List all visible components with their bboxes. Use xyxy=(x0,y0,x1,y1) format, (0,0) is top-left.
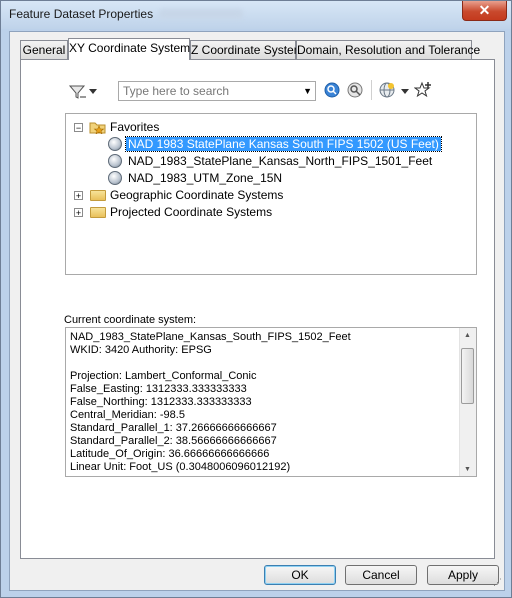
favorite-add-icon[interactable] xyxy=(414,81,432,99)
detail-line: False_Easting: 1312333.333333333 xyxy=(70,383,247,395)
detail-line: False_Northing: 1312333.333333333 xyxy=(70,396,252,408)
tab-domain-resolution-tolerance[interactable]: Domain, Resolution and Tolerance xyxy=(296,40,480,59)
detail-line: Standard_Parallel_1: 37.26666666666667 xyxy=(70,422,277,434)
favorites-folder-icon xyxy=(89,122,106,134)
folder-icon xyxy=(90,207,106,218)
projected-expander[interactable]: + xyxy=(74,208,83,218)
scrollbar-thumb[interactable] xyxy=(461,348,474,404)
detail-line: Standard_Parallel_2: 38.56666666666667 xyxy=(70,435,277,447)
close-button[interactable]: ✕ xyxy=(462,1,507,21)
tab-z-coordinate-system[interactable]: Z Coordinate System xyxy=(190,40,304,59)
clear-search-icon[interactable] xyxy=(347,82,364,99)
tab-xy-coordinate-system[interactable]: XY Coordinate System xyxy=(68,38,190,60)
search-icon[interactable] xyxy=(324,82,340,98)
tab-general[interactable]: General xyxy=(20,40,68,59)
geographic-expander[interactable]: + xyxy=(74,191,83,201)
coordinate-system-globe-icon xyxy=(108,137,122,151)
tree-node-geographic[interactable]: Geographic Coordinate Systems xyxy=(110,187,283,203)
detail-line: Latitude_Of_Origin: 36.66666666666666 xyxy=(70,448,270,460)
current-system-label: Current coordinate system: xyxy=(64,314,197,326)
search-input[interactable]: Type here to search ▼ xyxy=(118,81,316,101)
tree-item-favorite-2[interactable]: NAD_1983_StatePlane_Kansas_North_FIPS_15… xyxy=(128,153,432,169)
detail-line: Projection: Lambert_Conformal_Conic xyxy=(70,370,257,382)
tree-item-favorite-3[interactable]: NAD_1983_UTM_Zone_15N xyxy=(128,170,282,186)
folder-icon xyxy=(90,190,106,201)
tree-item-favorite-1[interactable]: NAD 1983 StatePlane Kansas South FIPS 15… xyxy=(125,136,442,152)
dialog-window: Feature Dataset Properties ✕ General XY … xyxy=(0,0,512,598)
search-dropdown-icon[interactable]: ▼ xyxy=(303,82,312,100)
detail-line: NAD_1983_StatePlane_Kansas_South_FIPS_15… xyxy=(70,331,351,343)
title-bar[interactable]: Feature Dataset Properties ✕ xyxy=(1,1,511,29)
detail-line: Linear Unit: Foot_US (0.3048006096012192… xyxy=(70,461,291,473)
apply-button[interactable]: Apply xyxy=(427,565,499,585)
tree-node-favorites[interactable]: Favorites xyxy=(110,119,159,135)
dialog-client-area: General XY Coordinate System Z Coordinat… xyxy=(9,31,505,591)
globe-dropdown-icon[interactable] xyxy=(401,89,409,95)
tree-node-projected[interactable]: Projected Coordinate Systems xyxy=(110,204,272,220)
details-scrollbar[interactable]: ▲ ▼ xyxy=(459,328,476,476)
search-placeholder: Type here to search xyxy=(123,84,230,98)
scroll-up-icon[interactable]: ▲ xyxy=(464,332,471,339)
filter-icon[interactable] xyxy=(69,84,87,100)
coordinate-system-tree[interactable]: − Favorites NAD 1983 StatePlane Kansas S… xyxy=(65,113,477,275)
detail-line: WKID: 3420 Authority: EPSG xyxy=(70,344,212,356)
current-system-details[interactable]: NAD_1983_StatePlane_Kansas_South_FIPS_15… xyxy=(65,327,477,477)
filter-dropdown-icon[interactable] xyxy=(89,89,97,95)
window-title: Feature Dataset Properties xyxy=(9,7,154,21)
tree-item-label: NAD 1983 StatePlane Kansas South FIPS 15… xyxy=(125,136,442,152)
coordinate-system-globe-icon xyxy=(108,154,122,168)
detail-line: Central_Meridian: -98.5 xyxy=(70,409,185,421)
coordinate-system-globe-icon xyxy=(108,171,122,185)
tab-panel-xy: Type here to search ▼ − Favorites NAD 19… xyxy=(20,59,495,559)
favorites-expander[interactable]: − xyxy=(74,123,83,133)
scroll-down-icon[interactable]: ▼ xyxy=(464,466,471,473)
title-redacted-area xyxy=(159,9,243,19)
globe-add-icon[interactable] xyxy=(379,82,395,98)
cancel-button[interactable]: Cancel xyxy=(345,565,417,585)
toolbar-separator xyxy=(371,80,372,100)
resize-grip-icon[interactable]: ⋰ xyxy=(493,577,502,588)
ok-button[interactable]: OK xyxy=(264,565,336,585)
